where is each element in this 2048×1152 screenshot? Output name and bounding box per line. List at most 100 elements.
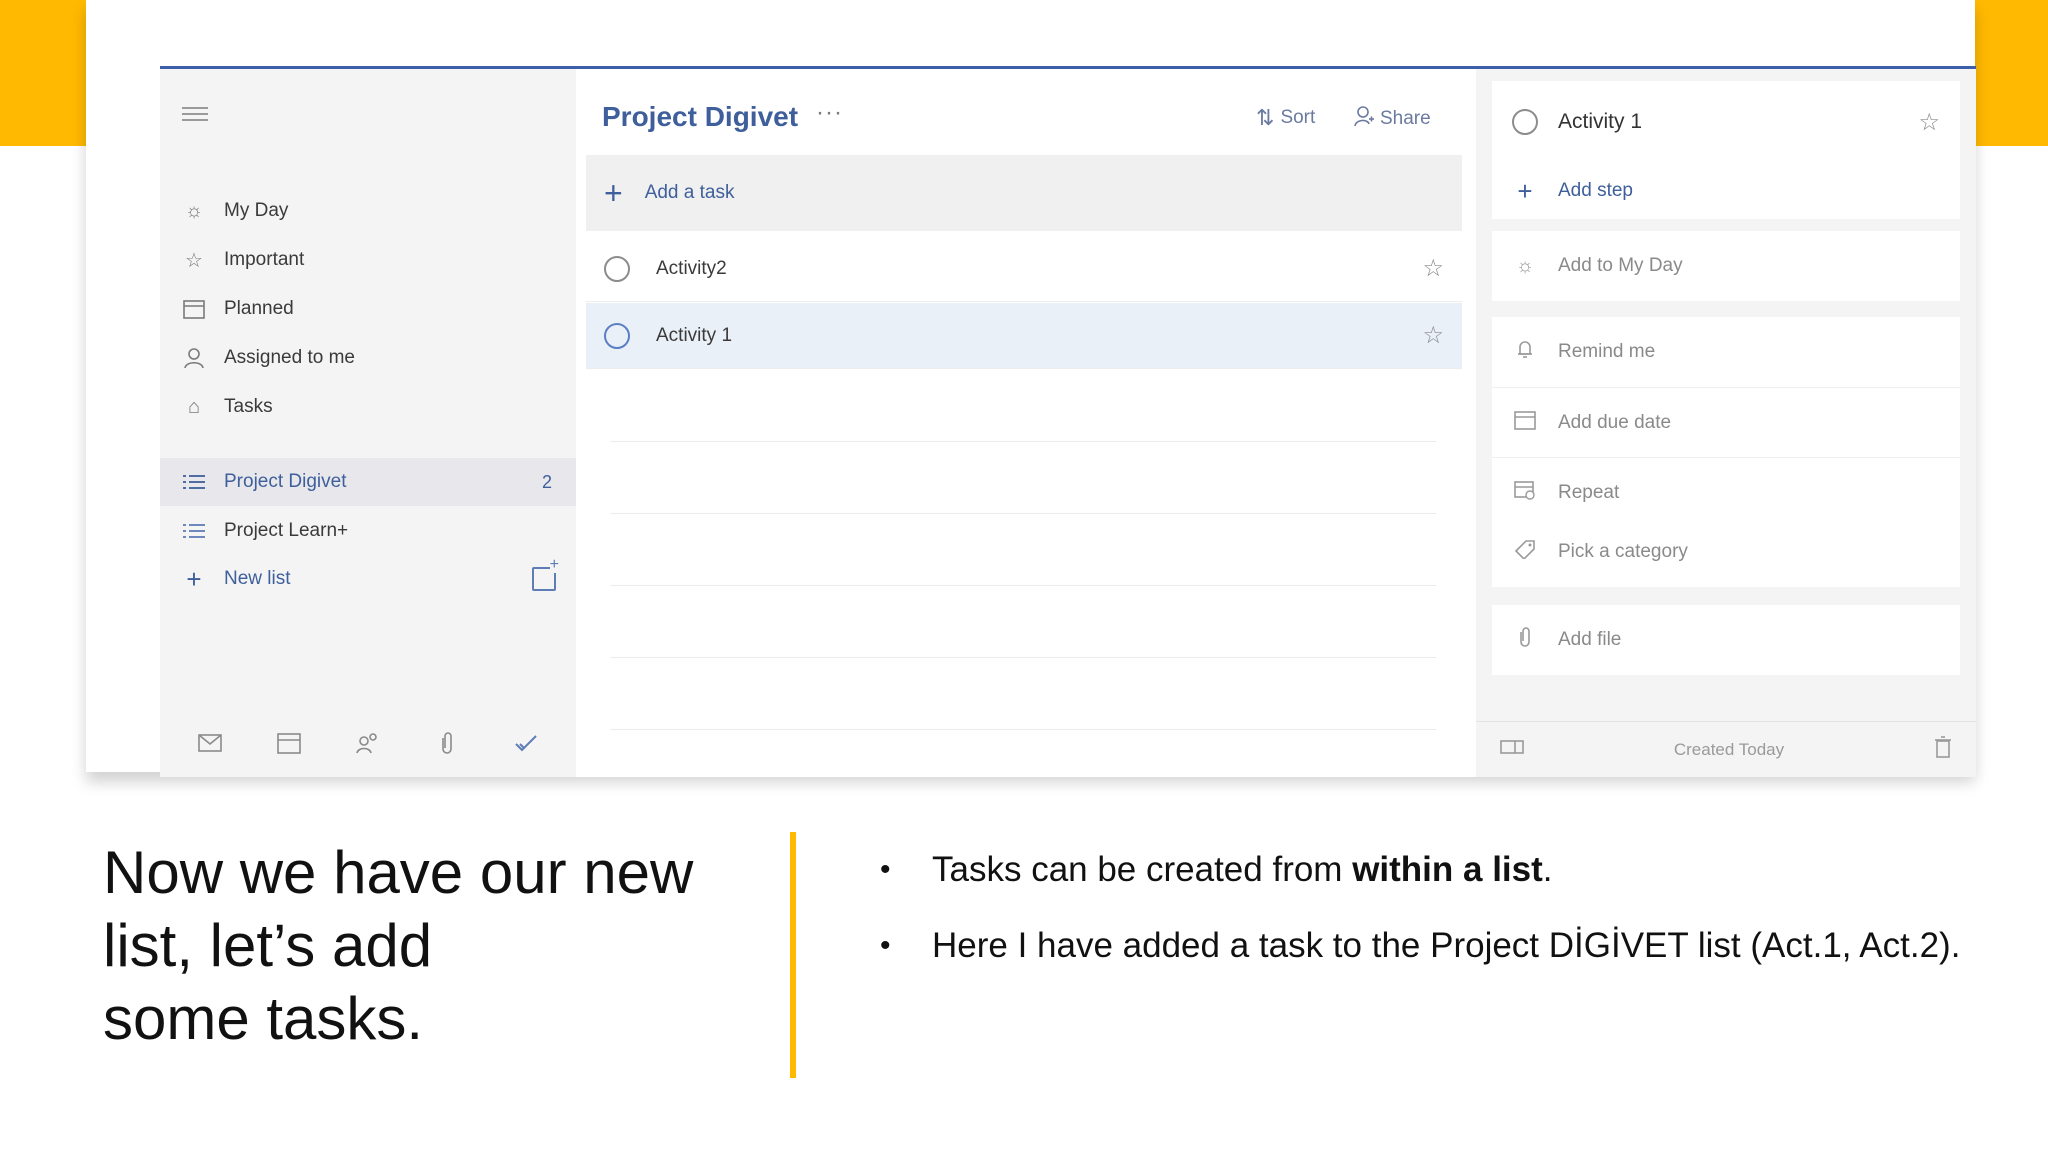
file-card: Add file bbox=[1492, 605, 1960, 675]
accent-bar-right bbox=[1973, 0, 2048, 146]
plus-icon: + bbox=[604, 174, 623, 211]
todo-app-window: ☼ My Day ☆ Important Planned Assigned to… bbox=[160, 66, 1976, 777]
detail-title: Activity 1 bbox=[1558, 110, 1643, 133]
detail-title-row[interactable]: Activity 1 ☆ bbox=[1492, 81, 1960, 163]
accent-bar-left bbox=[0, 0, 87, 146]
person-icon bbox=[180, 344, 208, 372]
complete-checkbox[interactable] bbox=[1512, 109, 1538, 135]
empty-row-divider bbox=[610, 441, 1436, 442]
star-icon[interactable]: ☆ bbox=[1422, 321, 1444, 350]
task-detail-pane: Activity 1 ☆ + Add step ☼ Add to My Day … bbox=[1476, 69, 1976, 777]
calendar-icon bbox=[180, 295, 208, 323]
task-row[interactable]: Activity2 ☆ bbox=[586, 236, 1462, 302]
plus-icon: + bbox=[1517, 175, 1533, 206]
list-title: Project Digivet bbox=[602, 101, 799, 132]
share-button[interactable]: Share bbox=[1354, 105, 1431, 133]
remind-me-button[interactable]: Remind me bbox=[1492, 317, 1960, 387]
task-title: Activity2 bbox=[656, 257, 727, 279]
sidebar-item-tasks[interactable]: ⌂ Tasks bbox=[160, 383, 576, 431]
list-more-button[interactable]: ··· bbox=[816, 99, 843, 127]
trash-icon[interactable] bbox=[1934, 735, 1952, 764]
bullet-bold-text: within a list bbox=[1352, 850, 1543, 889]
share-person-icon bbox=[1354, 105, 1374, 133]
bell-icon bbox=[1512, 339, 1538, 365]
created-date-label: Created Today bbox=[1673, 739, 1785, 759]
complete-checkbox[interactable] bbox=[604, 255, 630, 282]
mail-icon[interactable] bbox=[194, 727, 226, 759]
people-icon[interactable] bbox=[352, 727, 384, 759]
bullet-item: Tasks can be created from within a list. bbox=[870, 850, 2020, 890]
slide-headline: Now we have our new list, let’s add some… bbox=[103, 836, 783, 1055]
sort-icon: ⇅ bbox=[1256, 105, 1275, 130]
add-file-button[interactable]: Add file bbox=[1492, 605, 1960, 675]
sidebar-item-label: Planned bbox=[224, 298, 294, 319]
headline-line: some tasks. bbox=[103, 985, 424, 1052]
task-title: Activity 1 bbox=[656, 324, 733, 346]
sort-button[interactable]: ⇅ Sort bbox=[1256, 105, 1315, 131]
add-task-input[interactable]: + Add a task bbox=[586, 155, 1462, 231]
add-step-label: Add step bbox=[1558, 180, 1633, 201]
slide-divider-bar bbox=[790, 832, 796, 1078]
sort-label: Sort bbox=[1280, 107, 1316, 128]
repeat-icon bbox=[1512, 480, 1538, 506]
detail-footer: Created Today bbox=[1476, 721, 1976, 777]
add-task-label: Add a task bbox=[644, 182, 735, 203]
star-icon[interactable]: ☆ bbox=[1422, 254, 1444, 283]
sidebar-item-my-day[interactable]: ☼ My Day bbox=[160, 187, 576, 235]
new-list-button[interactable]: + New list bbox=[160, 555, 576, 603]
new-list-label: New list bbox=[224, 568, 291, 589]
hide-detail-icon[interactable] bbox=[1500, 738, 1524, 761]
home-icon: ⌂ bbox=[187, 395, 201, 418]
repeat-label: Repeat bbox=[1558, 481, 1620, 503]
empty-row-divider bbox=[610, 729, 1436, 730]
slide-bullets: Tasks can be created from within a list.… bbox=[870, 850, 2020, 1002]
tag-icon bbox=[1512, 539, 1538, 565]
sidebar-item-important[interactable]: ☆ Important bbox=[160, 236, 576, 284]
sidebar-footer bbox=[160, 721, 576, 765]
sidebar-list-label: Project Digivet bbox=[224, 471, 347, 492]
complete-checkbox[interactable] bbox=[604, 322, 630, 349]
sidebar-list-label: Project Learn+ bbox=[224, 520, 349, 541]
new-group-icon[interactable] bbox=[532, 557, 559, 591]
checkmark-icon[interactable] bbox=[510, 727, 542, 759]
sidebar-item-assigned[interactable]: Assigned to me bbox=[160, 334, 576, 382]
sidebar-list-project-learn[interactable]: Project Learn+ bbox=[160, 507, 576, 555]
pick-category-button[interactable]: Pick a category bbox=[1492, 517, 1960, 587]
task-row[interactable]: Activity 1 ☆ bbox=[586, 303, 1462, 369]
star-icon[interactable]: ☆ bbox=[1918, 108, 1940, 137]
headline-line: Now we have our new bbox=[103, 839, 694, 906]
add-due-date-button[interactable]: Add due date bbox=[1492, 387, 1960, 457]
sidebar-item-planned[interactable]: Planned bbox=[160, 285, 576, 333]
attachment-icon[interactable] bbox=[431, 727, 463, 759]
calendar-icon[interactable] bbox=[273, 727, 305, 759]
empty-row-divider bbox=[610, 585, 1436, 586]
share-label: Share bbox=[1380, 108, 1431, 129]
remind-me-label: Remind me bbox=[1558, 341, 1656, 362]
sidebar-item-label: Tasks bbox=[224, 396, 273, 417]
list-icon bbox=[180, 468, 208, 496]
dates-card: Remind me Add due date Repeat bbox=[1492, 317, 1960, 527]
pick-category-label: Pick a category bbox=[1558, 541, 1688, 562]
sidebar: ☼ My Day ☆ Important Planned Assigned to… bbox=[160, 69, 576, 777]
my-day-card: ☼ Add to My Day bbox=[1492, 231, 1960, 301]
bullet-text: Here I have added a task to the Project … bbox=[932, 926, 1961, 965]
add-to-my-day-button[interactable]: ☼ Add to My Day bbox=[1492, 231, 1960, 301]
task-list-pane: Project Digivet ··· ⇅ Sort Share + Add a… bbox=[576, 69, 1466, 777]
add-step-button[interactable]: + Add step bbox=[1492, 163, 1960, 219]
sidebar-item-label: My Day bbox=[224, 200, 289, 221]
bullet-text: Tasks can be created from bbox=[932, 850, 1353, 889]
plus-icon: + bbox=[186, 563, 202, 594]
add-to-my-day-label: Add to My Day bbox=[1558, 255, 1683, 276]
sidebar-list-project-digivet[interactable]: Project Digivet 2 bbox=[160, 458, 576, 506]
hamburger-menu-icon[interactable] bbox=[182, 107, 208, 125]
sun-icon: ☼ bbox=[1515, 254, 1535, 277]
headline-line: list, let’s add bbox=[103, 912, 433, 979]
empty-row-divider bbox=[610, 513, 1436, 514]
add-due-date-label: Add due date bbox=[1558, 411, 1672, 433]
list-icon bbox=[180, 517, 208, 545]
sidebar-item-label: Assigned to me bbox=[224, 347, 355, 368]
calendar-icon bbox=[1512, 410, 1538, 436]
sun-icon: ☼ bbox=[184, 199, 204, 222]
category-card: Pick a category bbox=[1492, 517, 1960, 587]
sidebar-item-label: Important bbox=[224, 249, 305, 270]
